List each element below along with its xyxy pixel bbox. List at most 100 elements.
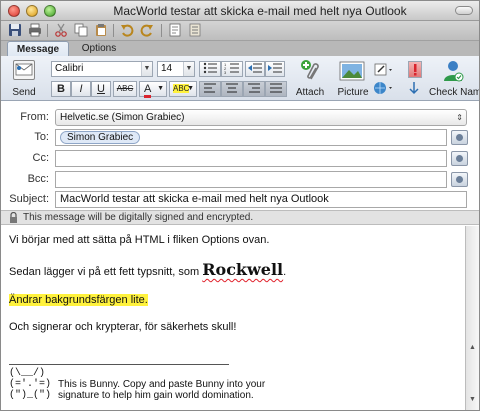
attach-label: Attach <box>295 87 325 98</box>
align-left-icon <box>204 83 216 93</box>
high-priority-button[interactable] <box>408 61 422 78</box>
from-label: From: <box>20 111 49 123</box>
signature-icon <box>374 63 392 76</box>
font-name-dropdown[interactable]: Calibri ▼ <box>51 61 153 77</box>
from-value: Helvetic.se (Simon Grabiec) <box>60 112 185 123</box>
body-line-2-prefix: Sedan lägger vi på ett fett typsnitt, so… <box>9 266 203 278</box>
ribbon-tabs: Message Options <box>1 41 479 56</box>
decrease-indent-button[interactable] <box>245 61 265 77</box>
low-priority-button[interactable] <box>408 81 422 97</box>
scroll-down-icon[interactable]: ▼ <box>469 396 476 403</box>
security-infobar: This message will be digitally signed an… <box>1 210 479 225</box>
tab-options[interactable]: Options <box>71 41 127 56</box>
highlight-button[interactable]: ABC ▼ <box>169 81 197 97</box>
zoom-window-button[interactable] <box>44 5 56 17</box>
numbered-list-button[interactable]: 123 <box>221 61 243 77</box>
align-right-icon <box>248 83 260 93</box>
body-line-4: Och signerar och krypterar, för säkerhet… <box>9 321 237 333</box>
title-bar: MacWorld testar att skicka e-mail med he… <box>1 1 479 21</box>
bcc-field[interactable] <box>55 171 447 188</box>
ribbon: Send Calibri ▼ 14 ▼ 123 B I U ABC A ▼ AB… <box>1 56 479 101</box>
strikethrough-button[interactable]: ABC <box>113 81 137 97</box>
send-button[interactable]: Send <box>5 59 43 100</box>
window-title: MacWorld testar att skicka e-mail med he… <box>113 4 407 18</box>
bold-button[interactable]: B <box>51 81 71 97</box>
cc-field[interactable] <box>55 150 447 167</box>
subject-label: Subject: <box>9 193 49 205</box>
to-field[interactable]: Simon Grabiec <box>55 129 447 146</box>
scroll-up-icon[interactable]: ▲ <box>469 344 476 351</box>
font-size-value: 14 <box>161 63 173 74</box>
chevron-down-icon: ▼ <box>187 85 194 92</box>
increase-indent-button[interactable] <box>265 61 285 77</box>
align-center-button[interactable] <box>221 81 243 97</box>
justify-button[interactable] <box>265 81 287 97</box>
bulleted-list-button[interactable] <box>199 61 221 77</box>
body-line-3: Ändrar bakgrundsfärgen lite. <box>9 294 148 306</box>
highlighted-text: Ändrar bakgrundsfärgen lite. <box>9 294 148 306</box>
chevron-down-icon: ▼ <box>141 62 152 76</box>
exclamation-icon <box>414 64 417 76</box>
address-book-icon[interactable] <box>451 151 468 166</box>
address-book-icon[interactable] <box>451 130 468 145</box>
check-names-button[interactable]: Check Names <box>429 59 479 100</box>
print-icon[interactable] <box>27 23 43 38</box>
subject-field[interactable]: MacWorld testar att skicka e-mail med he… <box>55 191 467 208</box>
align-right-button[interactable] <box>243 81 265 97</box>
chevron-down-icon: ▼ <box>183 62 194 76</box>
hyperlink-button[interactable] <box>373 80 395 96</box>
address-book-icon[interactable] <box>187 23 203 38</box>
signature-button[interactable] <box>373 62 395 78</box>
bunny-ears: (\__/) <box>9 368 46 379</box>
save-icon[interactable] <box>7 23 23 38</box>
security-notice-text: This message will be digitally signed an… <box>23 212 254 223</box>
quick-toolbar <box>1 21 479 41</box>
tab-message[interactable]: Message <box>7 41 69 56</box>
cut-icon[interactable] <box>53 23 69 38</box>
align-center-icon <box>226 83 238 93</box>
from-dropdown[interactable]: Helvetic.se (Simon Grabiec) ⇕ <box>55 109 467 126</box>
redo-icon[interactable] <box>139 23 155 38</box>
picture-label: Picture <box>337 87 369 98</box>
attach-button[interactable]: Attach <box>293 59 327 100</box>
body-scrollbar[interactable]: ▲ ▼ <box>465 226 479 410</box>
to-label: To: <box>34 131 49 143</box>
body-line-1: Vi börjar med att sätta på HTML i fliken… <box>9 234 270 246</box>
underline-button[interactable]: U <box>91 81 111 97</box>
italic-button[interactable]: I <box>71 81 91 97</box>
globe-icon <box>374 82 392 94</box>
close-window-button[interactable] <box>8 5 20 17</box>
toolbar-toggle-button[interactable] <box>455 6 473 15</box>
body-line-2-suffix: . <box>283 266 287 278</box>
check-names-label: Check Names <box>429 87 479 98</box>
message-body-editor[interactable]: Vi börjar med att sätta på HTML i fliken… <box>1 226 465 410</box>
recipient-token[interactable]: Simon Grabiec <box>60 131 141 144</box>
person-check-icon <box>442 59 464 86</box>
copy-icon[interactable] <box>73 23 89 38</box>
signature-divider <box>9 364 229 365</box>
body-line-2: Sedan lägger vi på ett fett typsnitt, so… <box>9 260 286 279</box>
picture-button[interactable]: Picture <box>335 59 371 100</box>
bunny-feet: (")_(") <box>9 390 52 401</box>
increase-indent-icon <box>268 63 282 73</box>
font-size-dropdown[interactable]: 14 ▼ <box>157 61 195 77</box>
picture-icon <box>339 61 365 84</box>
address-book-icon[interactable] <box>451 172 468 187</box>
lock-icon <box>9 211 18 227</box>
font-color-button[interactable]: A ▼ <box>139 81 167 98</box>
down-arrow-icon <box>409 82 419 95</box>
cc-label: Cc: <box>32 152 50 164</box>
numbered-list-icon: 123 <box>224 62 239 75</box>
compose-window: MacWorld testar att skicka e-mail med he… <box>0 0 480 411</box>
minimize-window-button[interactable] <box>26 5 38 17</box>
bcc-label: Bcc: <box>27 173 49 185</box>
svg-text:3: 3 <box>224 70 227 74</box>
send-receive-icon[interactable] <box>167 23 183 38</box>
align-left-button[interactable] <box>199 81 221 97</box>
decrease-indent-icon <box>248 63 262 73</box>
justify-icon <box>270 83 282 93</box>
signature-text-1: This is Bunny. Copy and paste Bunny into… <box>58 379 266 390</box>
chevron-down-icon: ▼ <box>157 85 164 92</box>
undo-icon[interactable] <box>119 23 135 38</box>
paste-icon[interactable] <box>93 23 109 38</box>
